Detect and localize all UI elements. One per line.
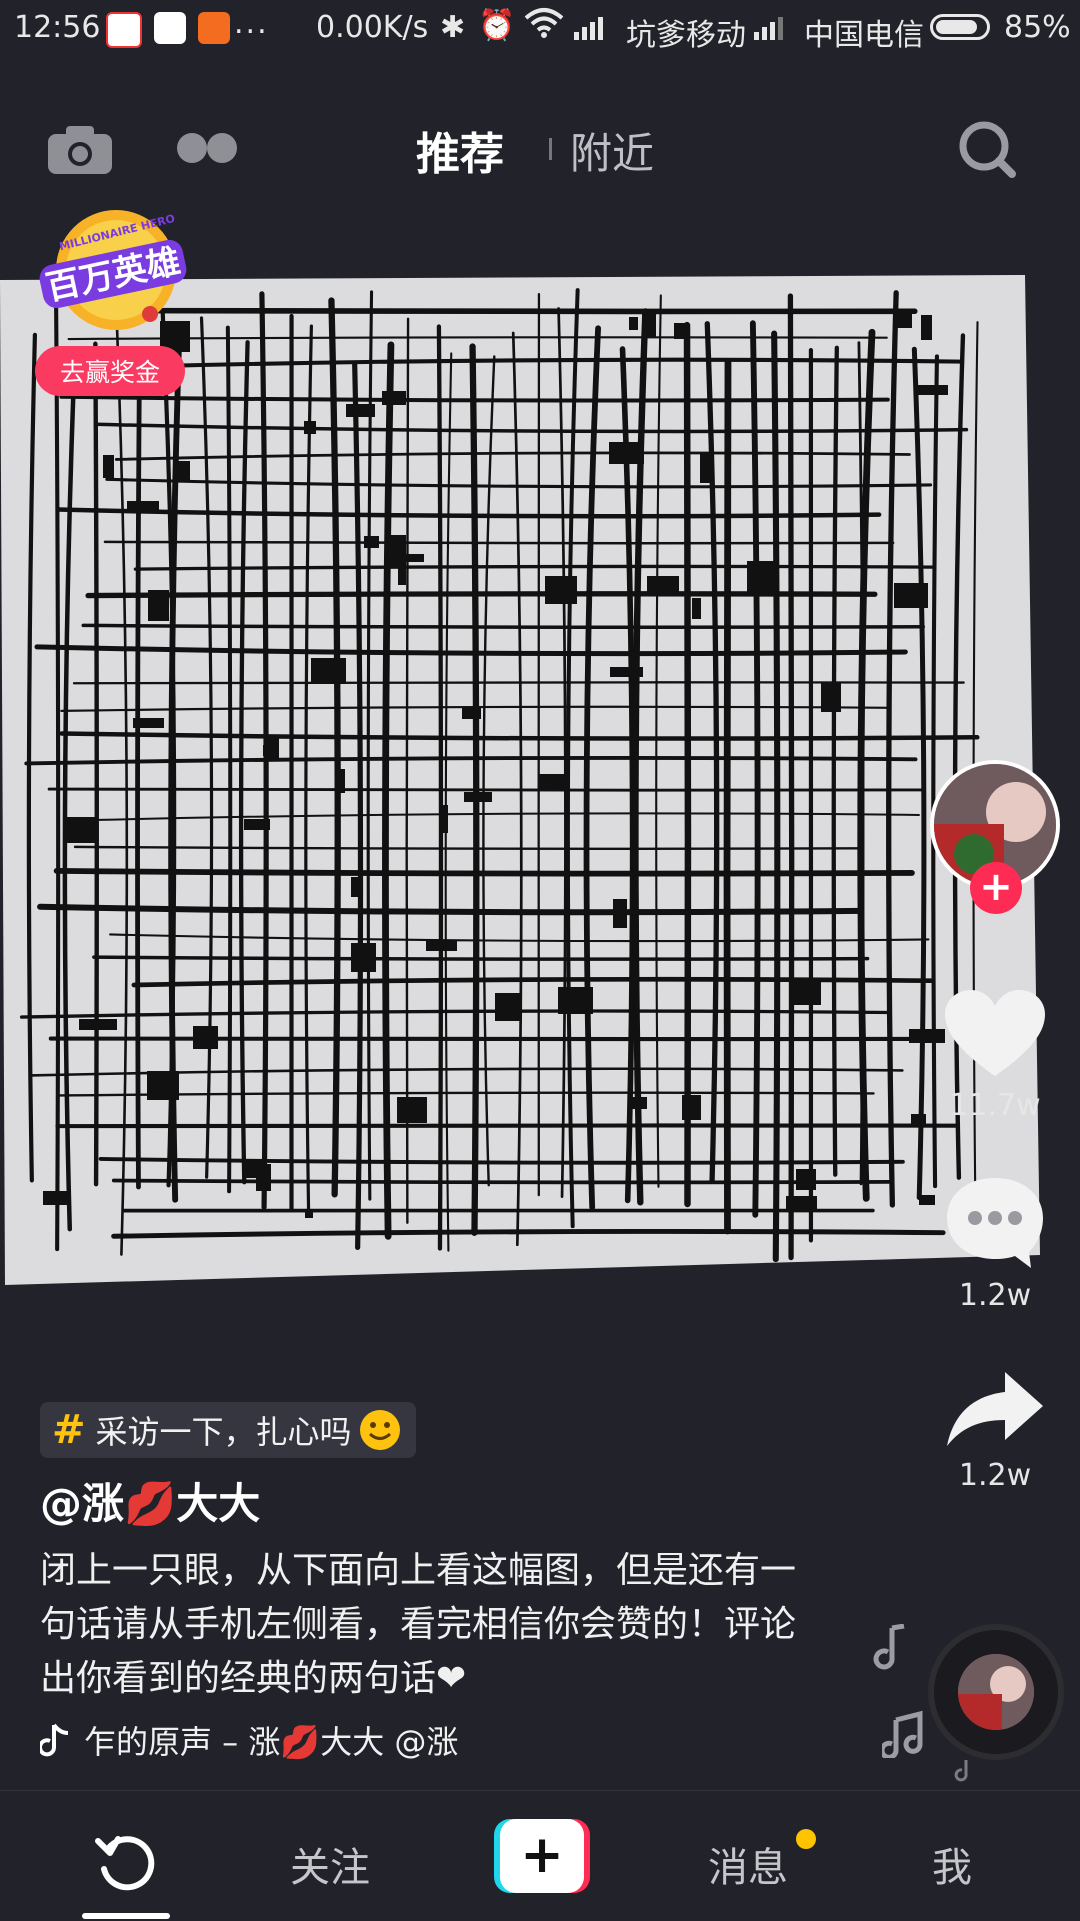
bluetooth-icon: ✱ [440, 10, 466, 45]
battery-percent: 85% [1004, 10, 1071, 45]
comment-icon [947, 1178, 1043, 1268]
comment-count: 1.2w [958, 1278, 1032, 1313]
tab-follow[interactable]: 关注 [290, 1835, 370, 1893]
app-notification-icon [106, 12, 142, 48]
bottom-tab-bar: 关注 + 消息 我 [0, 1790, 1080, 1921]
floating-note-icon [882, 1710, 923, 1758]
refresh-home-icon[interactable] [94, 1831, 160, 1897]
wifi-icon [524, 8, 564, 38]
carrier-2: 中国电信 [804, 18, 924, 53]
comment-button[interactable]: 1.2w [940, 1176, 1050, 1313]
like-button[interactable]: 11.7w [940, 990, 1050, 1123]
tab-messages[interactable]: 消息 [708, 1835, 788, 1893]
tab-nearby[interactable]: 附近 [570, 120, 654, 181]
mi-app-icon [198, 12, 230, 44]
music-disc[interactable] [928, 1624, 1064, 1760]
music-text: 乍的原声 – 涨💋大大 @涨 [84, 1723, 459, 1761]
qq-icon [154, 12, 186, 44]
win-prize-button[interactable]: 去赢奖金 [35, 346, 185, 396]
alarm-icon: ⏰ [478, 8, 516, 43]
tab-divider [549, 138, 552, 160]
disc-cover-image [958, 1654, 1034, 1730]
battery-icon [930, 14, 990, 40]
search-icon[interactable] [958, 120, 1018, 180]
top-nav: 推荐 附近 [0, 100, 1080, 196]
create-video-button[interactable]: + [494, 1819, 590, 1893]
carrier-1: 坑爹移动 [626, 18, 746, 53]
floating-note-icon [873, 1624, 905, 1670]
share-count: 1.2w [958, 1458, 1032, 1493]
music-note-icon [40, 1723, 69, 1757]
share-button[interactable]: 1.2w [940, 1370, 1050, 1493]
more-notifications-icon: ... [234, 6, 269, 41]
tab-me[interactable]: 我 [932, 1835, 972, 1893]
home-active-indicator [82, 1913, 170, 1919]
video-frame-image[interactable] [0, 270, 1040, 1290]
heart-icon [945, 990, 1045, 1076]
tab-recommend[interactable]: 推荐 [416, 118, 504, 182]
post-description: 闭上一只眼，从下面向上看这幅图，但是还有一句话请从手机左侧看，看完相信你会赞的！… [40, 1550, 797, 1699]
signal-icon [754, 17, 783, 40]
camera-icon[interactable] [48, 124, 112, 174]
duet-icon[interactable] [176, 130, 240, 166]
plus-icon: + [500, 1819, 584, 1893]
messages-notification-dot [796, 1829, 816, 1849]
hashtag-text: 采访一下，扎心吗 [95, 1413, 352, 1451]
like-count: 11.7w [949, 1088, 1041, 1123]
share-arrow-icon [947, 1372, 1043, 1446]
status-time: 12:56 [14, 10, 101, 45]
hashtag-icon: # [52, 1407, 86, 1453]
smile-emoji-icon [359, 1410, 400, 1450]
notification-icons [106, 12, 230, 48]
follow-plus-button[interactable]: + [970, 862, 1022, 914]
signal-icon [574, 17, 603, 40]
network-speed: 0.00K/s [316, 10, 429, 45]
music-title[interactable]: 乍的原声 – 涨💋大大 @涨 [40, 1718, 540, 1762]
hashtag-challenge[interactable]: # 采访一下，扎心吗 [40, 1402, 416, 1458]
author-name[interactable]: @涨💋大大 [40, 1470, 260, 1531]
millionaire-hero-badge[interactable]: 百万英雄 MILLIONAIRE HERO [38, 206, 188, 334]
floating-note-icon [954, 1760, 968, 1782]
status-bar: 12:56 ... 0.00K/s ✱ ⏰ 坑爹移动 中国电信 85% [0, 0, 1080, 58]
